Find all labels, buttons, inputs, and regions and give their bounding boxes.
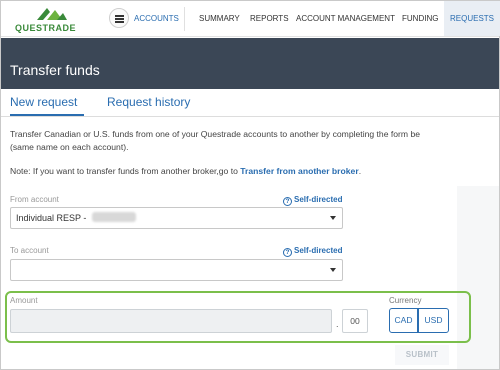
menu-button[interactable] xyxy=(109,8,129,28)
nav-requests[interactable]: REQUESTS xyxy=(444,1,500,36)
transfer-description: Transfer Canadian or U.S. funds from one… xyxy=(10,128,500,154)
amount-label: Amount xyxy=(10,296,38,305)
from-account-help[interactable]: ? Self-directed xyxy=(283,195,342,206)
chevron-down-icon xyxy=(330,268,336,272)
hamburger-icon-bar xyxy=(115,18,124,20)
hamburger-icon xyxy=(115,15,124,17)
tab-new-request[interactable]: New request xyxy=(10,95,77,109)
tab-request-history[interactable]: Request history xyxy=(107,95,190,109)
from-account-select[interactable]: Individual RESP - xyxy=(10,207,343,229)
from-account-label: From account xyxy=(10,195,59,204)
cents-input[interactable]: 00 xyxy=(342,309,368,333)
page-header: Transfer funds xyxy=(1,38,499,89)
to-account-help-text: Self-directed xyxy=(294,246,343,255)
question-circle-icon: ? xyxy=(283,248,292,257)
nav-reports[interactable]: REPORTS xyxy=(250,1,289,36)
from-account-help-text: Self-directed xyxy=(294,195,343,204)
questrade-logo[interactable]: QUESTRADE xyxy=(15,6,85,34)
note-suffix: . xyxy=(358,166,362,176)
amount-input[interactable] xyxy=(10,309,332,333)
nav-account-management[interactable]: ACCOUNT MANAGEMENT xyxy=(296,1,395,36)
description-line-2: (same name on each account). xyxy=(10,142,129,152)
question-circle-icon: ? xyxy=(283,197,292,206)
questrade-logo-mark-icon xyxy=(37,8,67,20)
tabs-divider xyxy=(1,116,499,117)
from-account-value: Individual RESP - xyxy=(16,213,89,223)
nav-divider xyxy=(184,7,185,31)
hamburger-icon-bar xyxy=(115,21,124,23)
nav-accounts[interactable]: ACCOUNTS xyxy=(134,1,179,36)
to-account-label: To account xyxy=(10,246,49,255)
currency-cad-button[interactable]: CAD xyxy=(389,308,418,333)
brand-name: QUESTRADE xyxy=(15,23,76,33)
page-title: Transfer funds xyxy=(10,62,100,78)
decimal-separator: . xyxy=(336,319,339,329)
nav-funding[interactable]: FUNDING xyxy=(402,1,438,36)
to-account-select[interactable] xyxy=(10,259,343,281)
currency-usd-button[interactable]: USD xyxy=(418,308,449,333)
submit-button[interactable]: SUBMIT xyxy=(395,345,449,365)
to-account-help[interactable]: ? Self-directed xyxy=(283,246,342,257)
description-line-1: Transfer Canadian or U.S. funds from one… xyxy=(10,129,421,139)
brand-name-text: QUESTRADE xyxy=(15,23,77,33)
top-nav: QUESTRADE ACCOUNTS SUMMARY REPORTS ACCOU… xyxy=(1,1,500,37)
redacted-account-number xyxy=(91,212,136,222)
transfer-from-broker-link[interactable]: Transfer from another broker xyxy=(240,166,358,176)
currency-label: Currency xyxy=(389,296,422,305)
nav-summary[interactable]: SUMMARY xyxy=(199,1,240,36)
broker-note: Note: If you want to transfer funds from… xyxy=(10,166,361,176)
note-prefix: Note: If you want to transfer funds from… xyxy=(10,166,241,176)
chevron-down-icon xyxy=(330,216,336,220)
